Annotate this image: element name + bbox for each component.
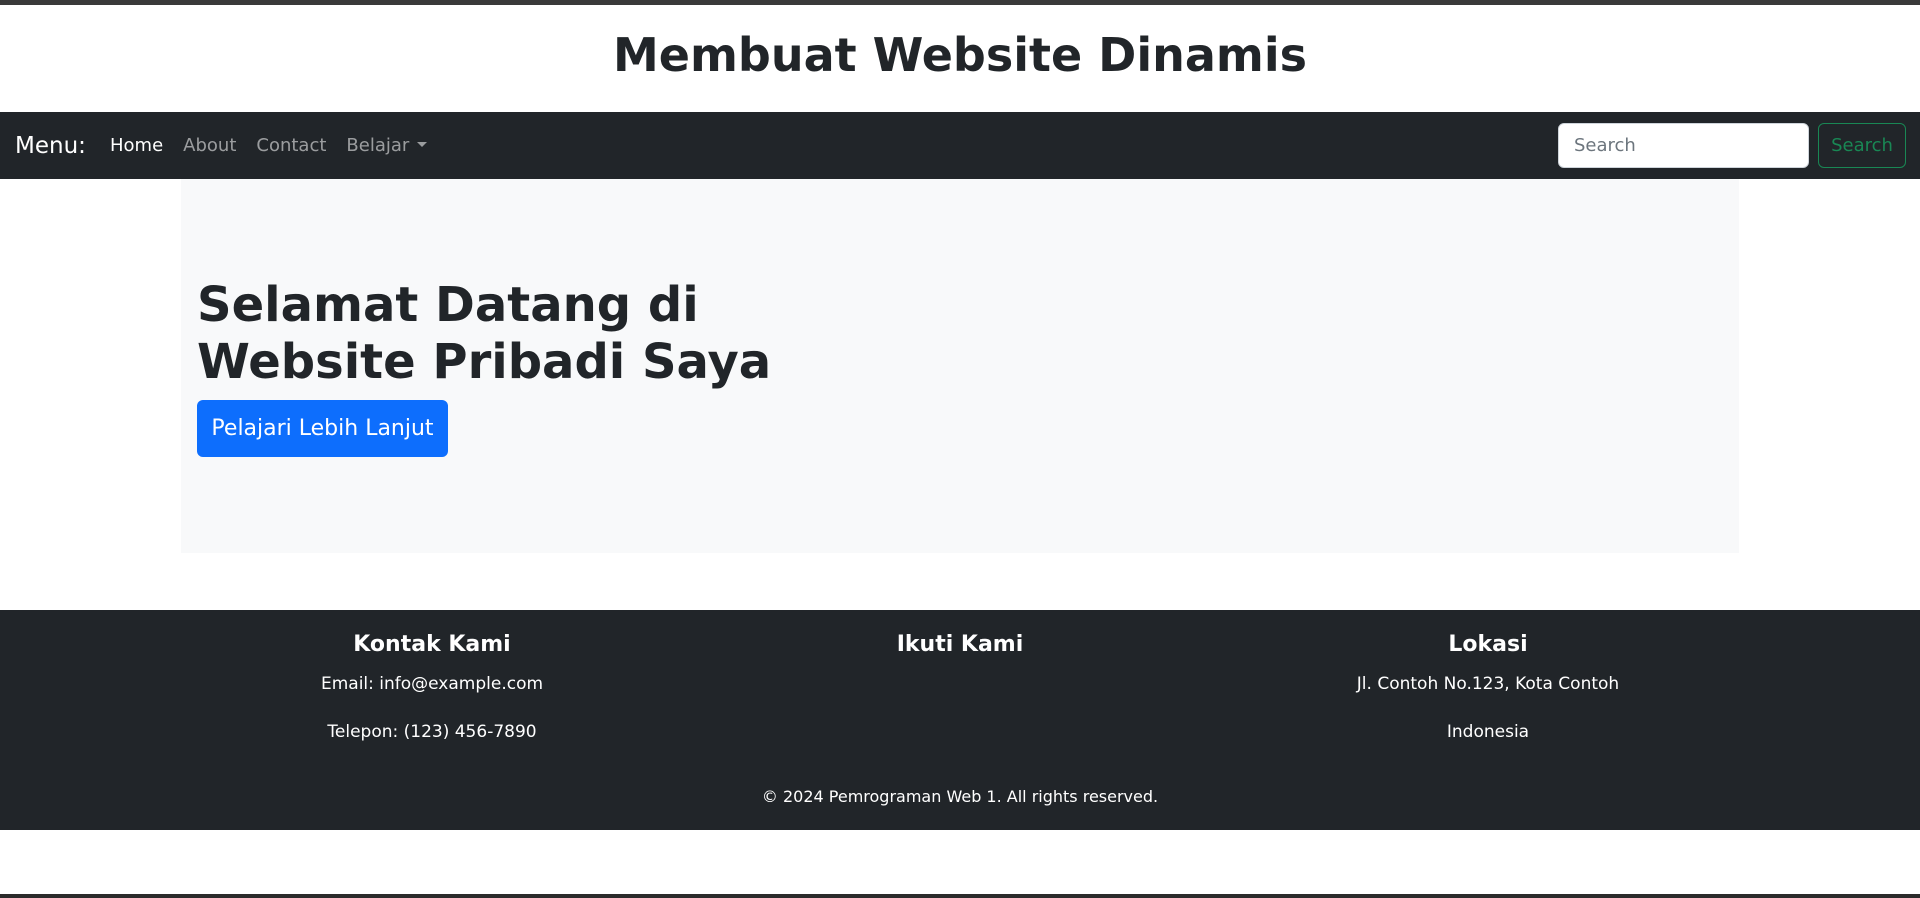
nav-link-about[interactable]: About bbox=[173, 135, 246, 156]
footer-social-column: Ikuti Kami bbox=[680, 630, 1240, 660]
dropdown-caret-icon bbox=[417, 141, 428, 147]
footer-social-heading: Ikuti Kami bbox=[896, 632, 1024, 657]
footer-phone: Telepon: (123) 456-7890 bbox=[327, 722, 537, 742]
site-header: Membuat Website Dinamis bbox=[0, 5, 1920, 112]
footer-location-column: Lokasi Jl. Contoh No.123, Kota Contoh In… bbox=[1208, 630, 1768, 742]
search-form: Search bbox=[1558, 123, 1906, 168]
navbar: Menu: Home About Contact Belajar Search bbox=[0, 112, 1920, 179]
site-title: Membuat Website Dinamis bbox=[612, 27, 1308, 82]
footer-contact-column: Kontak Kami Email: info@example.com Tele… bbox=[152, 630, 712, 742]
footer-address: Jl. Contoh No.123, Kota Contoh bbox=[1356, 674, 1620, 694]
navbar-brand[interactable]: Menu: bbox=[15, 112, 86, 179]
footer-email: Email: info@example.com bbox=[320, 674, 544, 694]
nav-dropdown-label: Belajar bbox=[346, 135, 410, 156]
footer-country: Indonesia bbox=[1446, 722, 1530, 742]
search-input[interactable] bbox=[1558, 123, 1809, 168]
hero-title: Selamat Datang di Website Pribadi Saya bbox=[197, 277, 772, 390]
learn-more-button[interactable]: Pelajari Lebih Lanjut bbox=[197, 400, 448, 457]
nav-link-home[interactable]: Home bbox=[100, 135, 173, 156]
nav-dropdown-belajar[interactable]: Belajar bbox=[336, 135, 437, 156]
nav-link-contact[interactable]: Contact bbox=[246, 135, 336, 156]
search-button[interactable]: Search bbox=[1818, 123, 1906, 168]
footer-location-heading: Lokasi bbox=[1448, 632, 1528, 657]
footer: Kontak Kami Email: info@example.com Tele… bbox=[0, 610, 1920, 830]
footer-copyright: © 2024 Pemrograman Web 1. All rights res… bbox=[761, 787, 1159, 806]
nav-links: Home About Contact Belajar bbox=[100, 112, 437, 179]
window-bottom-edge bbox=[0, 894, 1920, 898]
footer-contact-heading: Kontak Kami bbox=[353, 632, 511, 657]
hero-section: Selamat Datang di Website Pribadi Saya P… bbox=[181, 179, 1739, 553]
